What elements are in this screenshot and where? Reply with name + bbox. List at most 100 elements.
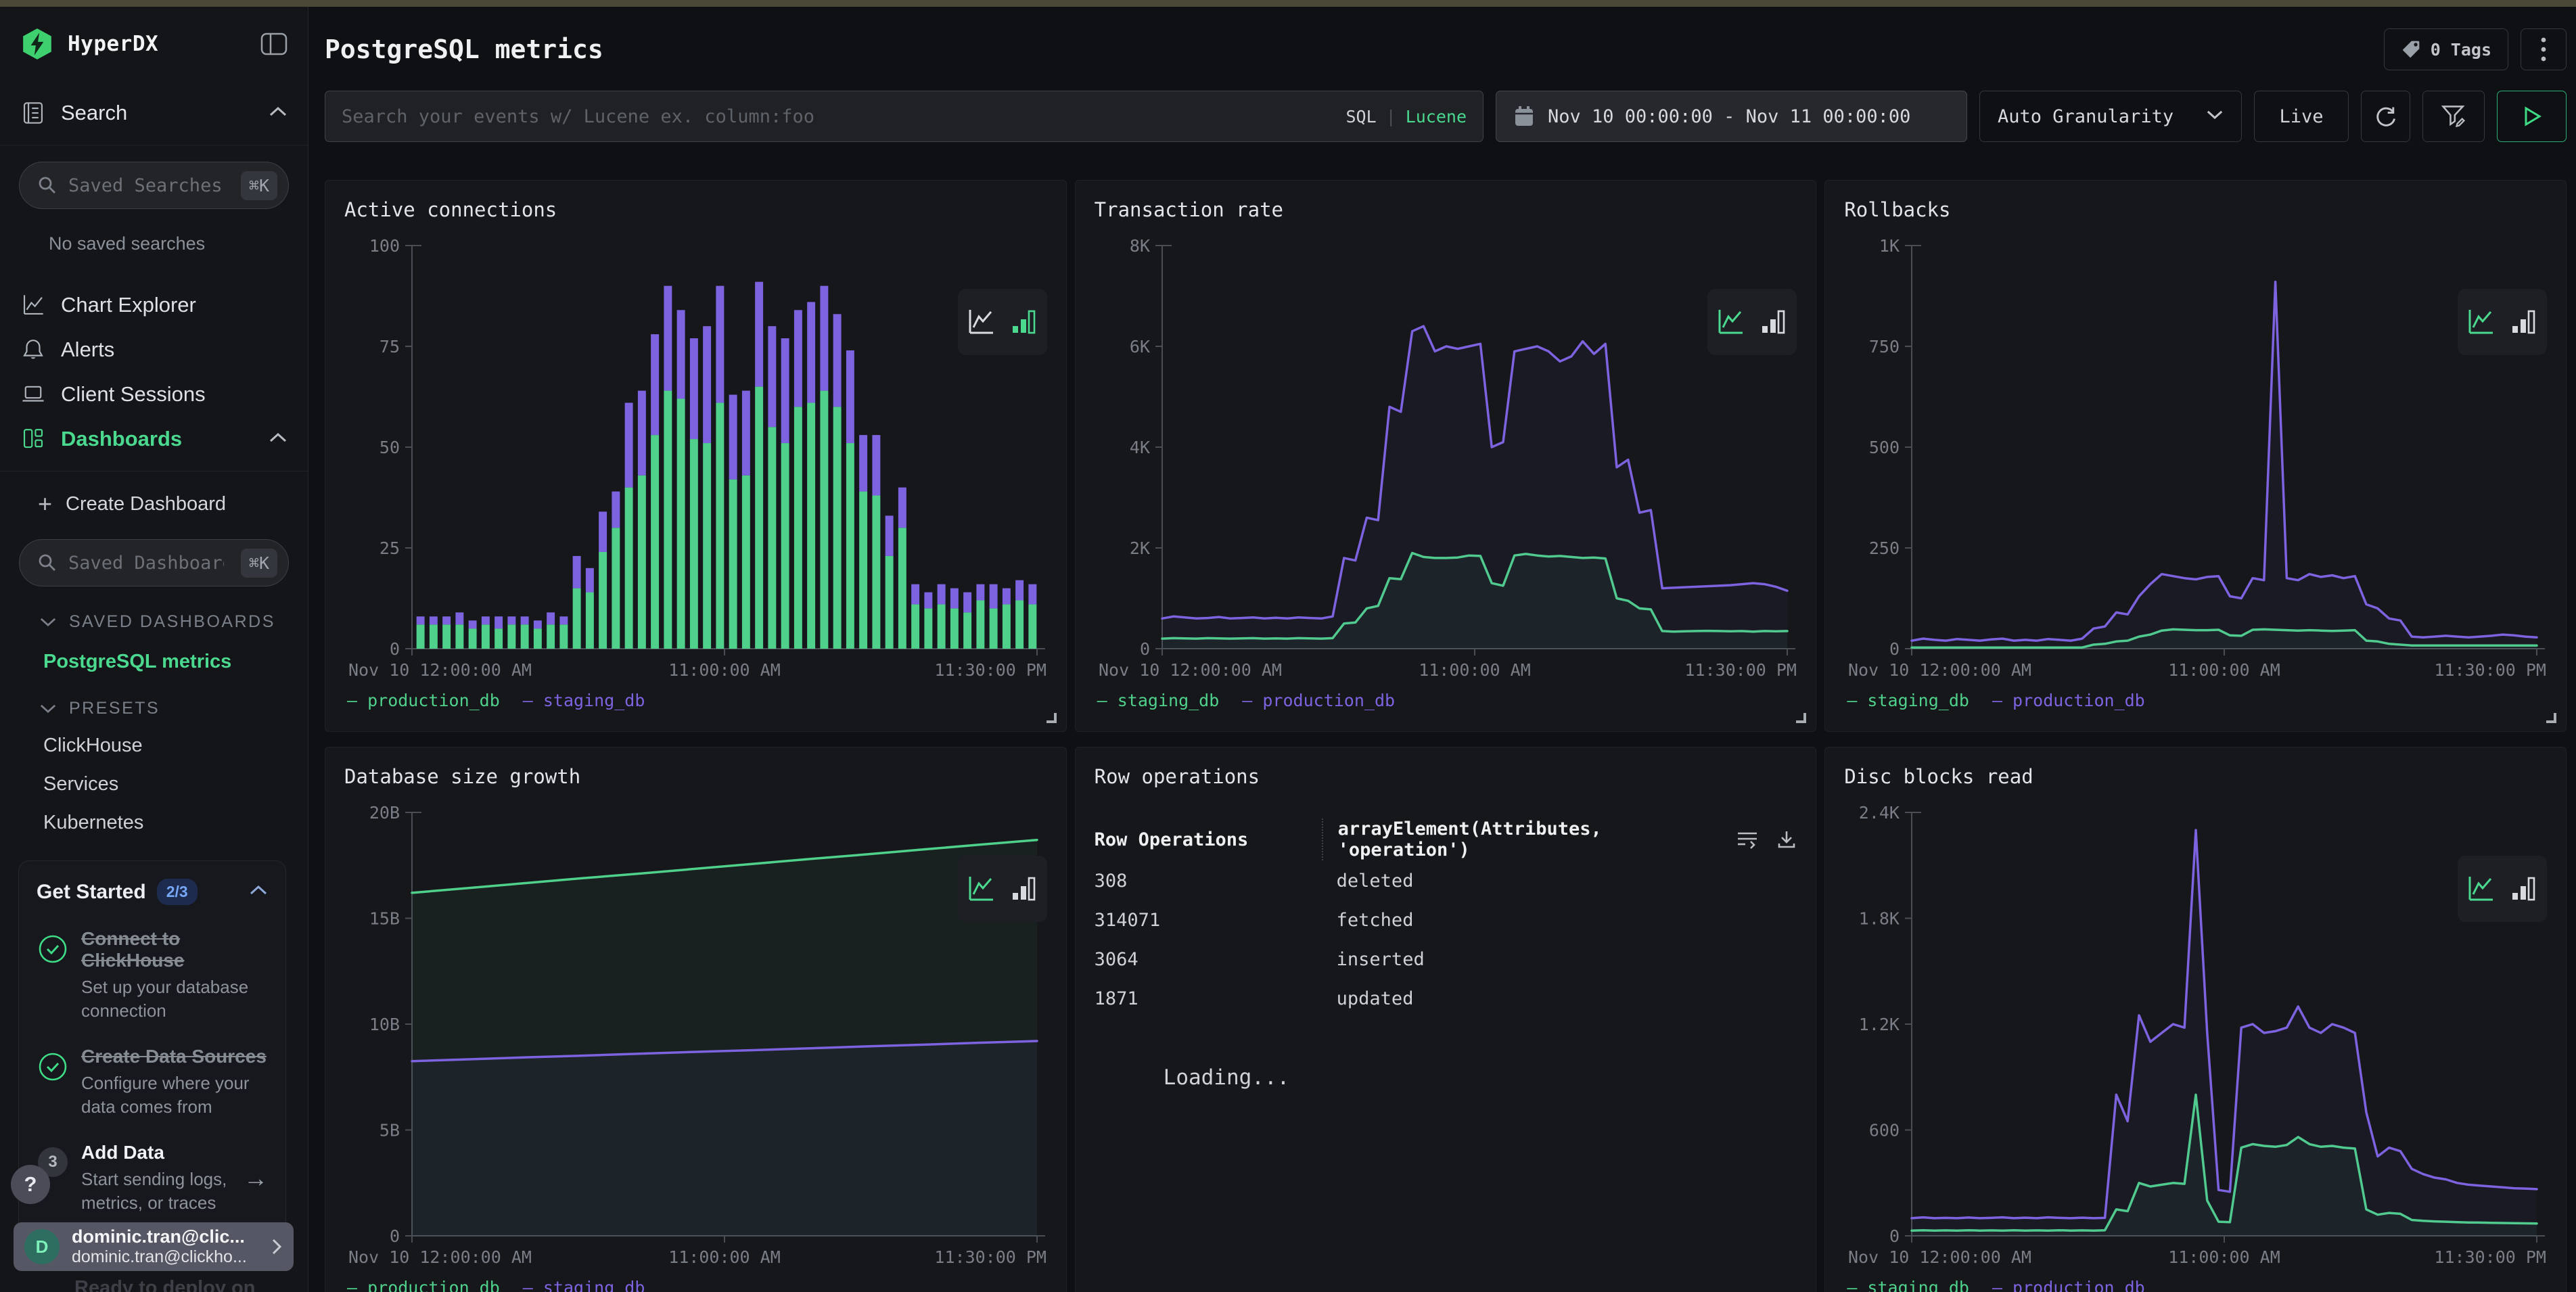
panel-resize-handle[interactable] [1046,713,1057,723]
search-icon [37,553,58,573]
legend-item[interactable]: — production_db [347,691,500,710]
get-started-step-sources[interactable]: Create Data Sources Configure where your… [37,1046,268,1119]
svg-text:11:00:00 AM: 11:00:00 AM [2169,660,2281,680]
legend-item[interactable]: — production_db [347,1278,500,1292]
help-button[interactable]: ? [11,1165,50,1204]
legend-item[interactable]: — production_db [1242,691,1395,710]
chevron-up-icon [269,432,288,446]
svg-text:11:00:00 AM: 11:00:00 AM [668,660,781,680]
cell-count: 314071 [1095,910,1337,931]
chart-legend: — staging_db — production_db [1847,691,2547,710]
chart-type-toggle [2458,856,2547,922]
saved-dashboards-input[interactable] [68,553,224,574]
dashboards-grid-icon [20,426,46,452]
line-chart-icon[interactable] [2466,307,2496,337]
column-header[interactable]: arrayElement(Attributes, 'operation') [1322,818,1736,860]
bar-chart-icon[interactable] [2509,874,2539,904]
disc-blocks-read-chart[interactable]: 06001.2K1.8K2.4KNov 10 12:00:00 AM11:00:… [1844,802,2548,1268]
legend-item[interactable]: — staging_db [1847,691,1969,710]
svg-text:15B: 15B [369,909,400,929]
saved-dashboards-input-wrap: ⌘K [19,539,289,586]
svg-text:Nov 10 12:00:00 AM: Nov 10 12:00:00 AM [1848,660,2031,680]
get-started-step-connect[interactable]: Connect to ClickHouse Set up your databa… [37,928,268,1023]
table-row[interactable]: 3064 inserted [1095,940,1797,979]
database-size-growth-chart[interactable]: 05B10B15B20BNov 10 12:00:00 AM11:00:00 A… [344,802,1048,1268]
table-row[interactable]: 314071 fetched [1095,900,1797,940]
table-row[interactable]: 308 deleted [1095,861,1797,900]
panel-resize-handle[interactable] [1796,713,1806,723]
legend-item[interactable]: — staging_db [1847,1278,1969,1292]
refresh-button[interactable] [2361,91,2410,142]
presets-section-toggle[interactable]: PRESETS [39,699,308,718]
sidebar-item-client-sessions[interactable]: Client Sessions [0,372,308,417]
svg-text:11:30:00 PM: 11:30:00 PM [934,660,1046,680]
line-chart-icon[interactable] [966,874,996,904]
event-search-input[interactable] [342,106,1346,127]
sidebar-item-search[interactable]: Search [0,100,308,145]
chevron-up-icon[interactable] [249,885,268,899]
legend-item[interactable]: — staging_db [1097,691,1220,710]
get-started-title: Get Started [37,881,146,904]
line-chart-icon[interactable] [966,307,996,337]
sidebar-item-alerts[interactable]: Alerts [0,327,308,372]
bar-chart-icon[interactable] [1759,307,1789,337]
run-query-button[interactable] [2497,91,2567,142]
sidebar-item-kubernetes[interactable]: Kubernetes [43,812,308,834]
sql-mode-button[interactable]: SQL [1346,107,1376,126]
chevron-down-icon [39,703,57,714]
bell-icon [20,337,46,363]
user-menu[interactable]: D dominic.tran@clic... dominic.tran@clic… [14,1222,294,1271]
bar-chart-icon[interactable] [1009,307,1039,337]
legend-item[interactable]: — production_db [1992,1278,2145,1292]
sidebar-item-label: Search [61,101,127,125]
date-range-picker[interactable]: Nov 10 00:00:00 - Nov 11 00:00:00 [1496,91,1967,142]
svg-text:11:00:00 AM: 11:00:00 AM [1419,660,1531,680]
transaction-rate-chart[interactable]: 02K4K6K8KNov 10 12:00:00 AM11:00:00 AM11… [1095,235,1798,681]
rollbacks-chart[interactable]: 02505007501KNov 10 12:00:00 AM11:00:00 A… [1844,235,2548,681]
step-desc: Start sending logs, metrics, or traces [81,1168,239,1215]
table-header-row: Row Operations arrayElement(Attributes, … [1095,818,1797,861]
sidebar-item-label: Alerts [61,338,114,362]
legend-item[interactable]: — production_db [1992,691,2145,710]
saved-searches-input[interactable] [68,175,224,196]
sidebar-item-postgresql-metrics[interactable]: PostgreSQL metrics [43,651,308,673]
sidebar-item-services[interactable]: Services [43,773,308,795]
wrap-lines-icon[interactable] [1736,829,1759,850]
sidebar-item-chart-explorer[interactable]: Chart Explorer [0,283,308,327]
active-connections-chart[interactable]: 0255075100Nov 10 12:00:00 AM11:00:00 AM1… [344,235,1048,681]
tags-button[interactable]: 0 Tags [2384,28,2508,70]
column-header[interactable]: Row Operations [1095,829,1337,850]
sidebar-collapse-icon[interactable] [260,32,288,56]
panel-resize-handle[interactable] [2546,713,2556,723]
check-circle-icon [37,933,69,1023]
chevron-down-icon [39,617,57,627]
granularity-value: Auto Granularity [1998,106,2174,127]
get-started-step-add-data[interactable]: 3 Add Data Start sending logs, metrics, … [37,1142,268,1215]
cell-operation: updated [1337,988,1797,1009]
live-button[interactable]: Live [2254,91,2349,142]
line-chart-icon[interactable] [2466,874,2496,904]
granularity-select[interactable]: Auto Granularity [1979,91,2242,142]
line-chart-icon[interactable] [1716,307,1745,337]
legend-item[interactable]: — staging_db [523,1278,645,1292]
download-icon[interactable] [1776,829,1797,850]
create-dashboard-button[interactable]: + Create Dashboard [38,485,308,523]
user-name: dominic.tran@clic... [72,1226,271,1247]
cell-count: 308 [1095,871,1337,892]
bar-chart-icon[interactable] [1009,874,1039,904]
legend-item[interactable]: — staging_db [523,691,645,710]
page-title: PostgreSQL metrics [325,34,603,64]
sidebar-item-dashboards[interactable]: Dashboards [0,417,308,461]
lucene-mode-button[interactable]: Lucene [1406,107,1467,126]
tag-icon [2401,39,2421,60]
saved-dashboards-section-toggle[interactable]: SAVED DASHBOARDS [39,612,308,632]
svg-text:600: 600 [1869,1121,1900,1140]
svg-text:4K: 4K [1130,438,1150,457]
panel-menu-button[interactable] [2521,28,2567,70]
bar-chart-icon[interactable] [2509,307,2539,337]
filter-button[interactable] [2422,91,2485,142]
table-row[interactable]: 1871 updated [1095,979,1797,1018]
arrow-right-icon: → [244,1164,268,1193]
panel-rollbacks: Rollbacks 02505007501KNov 10 12:00:00 AM… [1824,180,2567,732]
sidebar-item-clickhouse[interactable]: ClickHouse [43,735,308,757]
